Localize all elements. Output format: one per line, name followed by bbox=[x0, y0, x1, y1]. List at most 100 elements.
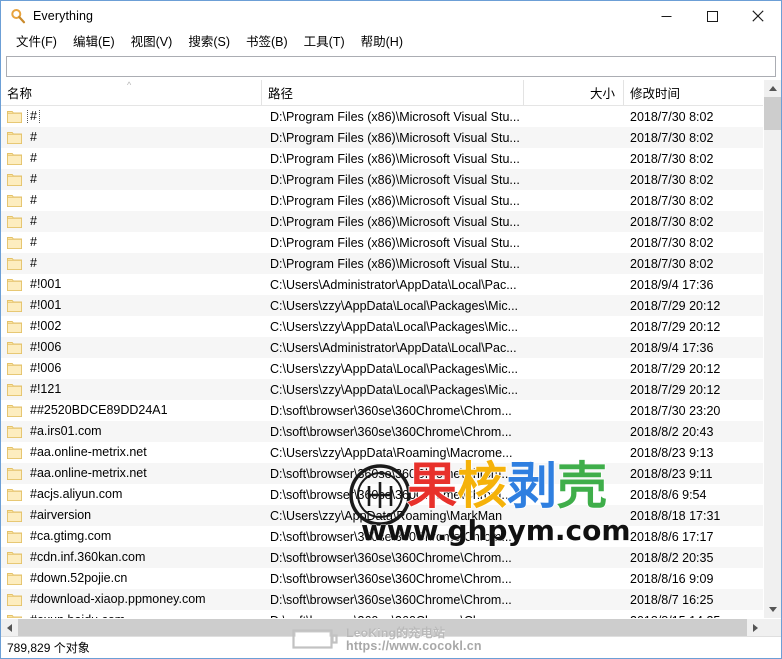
folder-icon bbox=[7, 278, 22, 291]
folder-icon bbox=[7, 446, 22, 459]
cell-name: # bbox=[1, 130, 262, 145]
cell-date: 2018/9/4 17:36 bbox=[630, 340, 714, 355]
menu-help[interactable]: 帮助(H) bbox=[353, 32, 411, 53]
file-name-label: #cdn.inf.360kan.com bbox=[30, 550, 146, 564]
cell-date: 2018/7/30 8:02 bbox=[630, 109, 714, 124]
search-bar bbox=[1, 54, 781, 80]
table-row[interactable]: ##2520BDCE89DD24A1 D:\soft\browser\360se\… bbox=[1, 400, 763, 421]
folder-icon bbox=[7, 425, 22, 438]
result-rows: # D:\Program Files (x86)\Microsoft Visual… bbox=[1, 106, 763, 618]
table-row[interactable]: #!002 C:\Users\zzy\AppData\Local\Packages… bbox=[1, 316, 763, 337]
table-row[interactable]: #!121 C:\Users\zzy\AppData\Local\Packages… bbox=[1, 379, 763, 400]
vertical-scroll-thumb[interactable] bbox=[764, 97, 781, 130]
table-row[interactable]: # D:\Program Files (x86)\Microsoft Visual… bbox=[1, 253, 763, 274]
cell-name: #aa.online-metrix.net bbox=[1, 466, 262, 481]
table-row[interactable]: #a.irs01.com D:\soft\browser\360se\360Chr… bbox=[1, 421, 763, 442]
maximize-button[interactable] bbox=[689, 1, 735, 31]
menu-search[interactable]: 搜索(S) bbox=[180, 32, 238, 53]
minimize-button[interactable] bbox=[643, 1, 689, 31]
folder-icon bbox=[7, 362, 22, 375]
column-header-name[interactable]: 名称 ^ bbox=[1, 80, 262, 105]
table-row[interactable]: #!001 C:\Users\zzy\AppData\Local\Packages… bbox=[1, 295, 763, 316]
column-header-size[interactable]: 大小 bbox=[524, 80, 624, 105]
cell-path: D:\Program Files (x86)\Microsoft Visual … bbox=[270, 214, 520, 229]
scroll-right-button[interactable] bbox=[747, 619, 764, 636]
table-row[interactable]: #download-xiaop.ppmoney.com D:\soft\brows… bbox=[1, 589, 763, 610]
table-row[interactable]: #acjs.aliyun.com D:\soft\browser\360se\36… bbox=[1, 484, 763, 505]
folder-icon bbox=[7, 530, 22, 543]
column-headers: 名称 ^ 路径 大小 修改时间 bbox=[1, 80, 763, 106]
cell-path: C:\Users\Administrator\AppData\Local\Pac… bbox=[270, 277, 517, 292]
scroll-left-button[interactable] bbox=[1, 619, 18, 636]
folder-icon bbox=[7, 383, 22, 396]
folder-icon bbox=[7, 110, 22, 123]
file-name-label: # bbox=[27, 109, 40, 124]
table-row[interactable]: #exun.baidu.com D:\soft\browser\360se\360… bbox=[1, 610, 763, 618]
menu-file[interactable]: 文件(F) bbox=[8, 32, 65, 53]
table-row[interactable]: #!006 C:\Users\Administrator\AppData\Loca… bbox=[1, 337, 763, 358]
folder-icon bbox=[7, 299, 22, 312]
file-name-label: #!006 bbox=[30, 340, 62, 354]
table-row[interactable]: # D:\Program Files (x86)\Microsoft Visual… bbox=[1, 127, 763, 148]
cell-path: D:\soft\browser\360se\360Chrome\Chrom... bbox=[270, 424, 512, 439]
table-row[interactable]: # D:\Program Files (x86)\Microsoft Visual… bbox=[1, 190, 763, 211]
cell-path: D:\soft\browser\360se\360Chrome\Chrom... bbox=[270, 466, 512, 481]
table-row[interactable]: # D:\Program Files (x86)\Microsoft Visual… bbox=[1, 148, 763, 169]
column-header-date[interactable]: 修改时间 bbox=[624, 80, 755, 105]
column-header-path[interactable]: 路径 bbox=[262, 80, 524, 105]
file-name-label: # bbox=[30, 151, 37, 165]
file-name-label: #!006 bbox=[30, 361, 62, 375]
file-name-label: #aa.online-metrix.net bbox=[30, 445, 147, 459]
cell-date: 2018/8/7 16:25 bbox=[630, 592, 714, 607]
folder-icon bbox=[7, 257, 22, 270]
table-row[interactable]: # D:\Program Files (x86)\Microsoft Visual… bbox=[1, 106, 763, 127]
cell-name: # bbox=[1, 256, 262, 271]
menu-bookmarks[interactable]: 书签(B) bbox=[238, 32, 296, 53]
table-row[interactable]: #down.52pojie.cn D:\soft\browser\360se\36… bbox=[1, 568, 763, 589]
table-row[interactable]: #aa.online-metrix.net C:\Users\zzy\AppDat… bbox=[1, 442, 763, 463]
table-row[interactable]: #ca.gtimg.com D:\soft\browser\360se\360Ch… bbox=[1, 526, 763, 547]
file-name-label: #!001 bbox=[30, 298, 62, 312]
window-controls bbox=[643, 1, 781, 31]
list-region: 名称 ^ 路径 大小 修改时间 # D:\Program Files (x86)\… bbox=[1, 80, 781, 618]
status-bar: 789,829 个对象 bbox=[1, 636, 781, 658]
horizontal-scrollbar[interactable] bbox=[1, 618, 781, 636]
magnifier-icon bbox=[10, 8, 26, 24]
vertical-scroll-track[interactable] bbox=[764, 97, 781, 601]
horizontal-scroll-track[interactable] bbox=[18, 619, 747, 636]
file-name-label: #!001 bbox=[30, 277, 62, 291]
vertical-scrollbar[interactable] bbox=[763, 80, 781, 618]
results-area: 名称 ^ 路径 大小 修改时间 # D:\Program Files (x86)\… bbox=[1, 80, 781, 636]
table-row[interactable]: # D:\Program Files (x86)\Microsoft Visual… bbox=[1, 169, 763, 190]
file-name-label: #down.52pojie.cn bbox=[30, 571, 128, 585]
table-row[interactable]: # D:\Program Files (x86)\Microsoft Visual… bbox=[1, 211, 763, 232]
cell-name: #!006 bbox=[1, 340, 262, 355]
table-row[interactable]: #airversion C:\Users\zzy\AppData\Roaming\… bbox=[1, 505, 763, 526]
menu-view[interactable]: 视图(V) bbox=[123, 32, 181, 53]
cell-name: # bbox=[1, 109, 262, 124]
cell-name: #down.52pojie.cn bbox=[1, 571, 262, 586]
file-name-label: #download-xiaop.ppmoney.com bbox=[30, 592, 206, 606]
menu-edit[interactable]: 编辑(E) bbox=[65, 32, 123, 53]
cell-date: 2018/7/30 23:20 bbox=[630, 403, 721, 418]
scroll-down-button[interactable] bbox=[764, 601, 781, 618]
file-name-label: # bbox=[30, 130, 37, 144]
cell-name: #ca.gtimg.com bbox=[1, 529, 262, 544]
cell-path: C:\Users\zzy\AppData\Roaming\Macrome... bbox=[270, 445, 513, 460]
search-input[interactable] bbox=[6, 56, 776, 77]
object-count: 789,829 个对象 bbox=[7, 641, 90, 655]
table-row[interactable]: #cdn.inf.360kan.com D:\soft\browser\360se… bbox=[1, 547, 763, 568]
menu-tools[interactable]: 工具(T) bbox=[296, 32, 353, 53]
table-row[interactable]: # D:\Program Files (x86)\Microsoft Visual… bbox=[1, 232, 763, 253]
scroll-up-button[interactable] bbox=[764, 80, 781, 97]
cell-name: #aa.online-metrix.net bbox=[1, 445, 262, 460]
cell-path: D:\Program Files (x86)\Microsoft Visual … bbox=[270, 109, 520, 124]
table-row[interactable]: #aa.online-metrix.net D:\soft\browser\360… bbox=[1, 463, 763, 484]
close-button[interactable] bbox=[735, 1, 781, 31]
table-row[interactable]: #!006 C:\Users\zzy\AppData\Local\Packages… bbox=[1, 358, 763, 379]
file-name-label: # bbox=[30, 172, 37, 186]
table-row[interactable]: #!001 C:\Users\Administrator\AppData\Loca… bbox=[1, 274, 763, 295]
file-name-label: # bbox=[30, 193, 37, 207]
cell-date: 2018/8/16 9:09 bbox=[630, 571, 714, 586]
horizontal-scroll-thumb[interactable] bbox=[18, 619, 747, 636]
